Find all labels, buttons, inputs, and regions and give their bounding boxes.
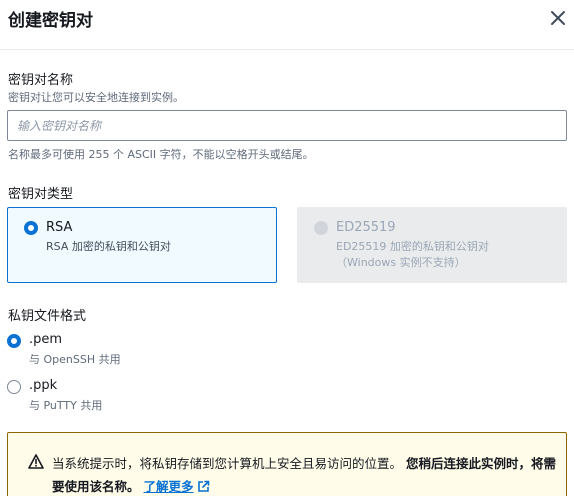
alert-text: 当系统提示时，将私钥存储到您计算机上安全且易访问的位置。 您稍后连接此实例时，将… <box>52 452 557 496</box>
rsa-description: RSA 加密的私钥和公钥对 <box>46 240 171 253</box>
key-name-constraint: 名称最多可使用 255 个 ASCII 字符，不能以空格开头或结尾。 <box>8 148 314 161</box>
file-format-label: 私钥文件格式 <box>8 309 87 324</box>
pem-title: .pem <box>29 332 63 347</box>
dialog-header: 创建密钥对 <box>0 0 574 50</box>
external-link-icon <box>197 480 209 492</box>
key-name-label: 密钥对名称 <box>8 73 74 88</box>
ed25519-title: ED25519 <box>336 220 396 235</box>
warning-alert: 当系统提示时，将私钥存储到您计算机上安全且易访问的位置。 您稍后连接此实例时，将… <box>7 432 567 496</box>
warning-icon <box>28 454 44 469</box>
key-name-input[interactable] <box>7 110 567 141</box>
rsa-radio[interactable] <box>24 221 38 235</box>
ppk-title: .ppk <box>29 378 58 393</box>
alert-message: 当系统提示时，将私钥存储到您计算机上安全且易访问的位置。 <box>52 456 403 471</box>
ppk-radio[interactable] <box>7 380 21 394</box>
key-type-label: 密钥对类型 <box>8 187 74 202</box>
key-name-description: 密钥对让您可以安全地连接到实例。 <box>8 91 184 104</box>
ed25519-description: ED25519 加密的私钥和公钥对 （Windows 实例不支持） <box>336 239 489 271</box>
ed25519-radio <box>314 221 328 235</box>
pem-radio[interactable] <box>7 334 21 348</box>
key-type-tile-rsa[interactable]: RSA RSA 加密的私钥和公钥对 <box>7 207 277 283</box>
dialog-title: 创建密钥对 <box>8 11 93 31</box>
ppk-description: 与 PuTTY 共用 <box>29 399 103 412</box>
pem-description: 与 OpenSSH 共用 <box>29 353 121 366</box>
rsa-title: RSA <box>46 220 73 235</box>
key-type-tile-ed25519: ED25519 ED25519 加密的私钥和公钥对 （Windows 实例不支持… <box>297 207 567 283</box>
ed25519-note: （Windows 实例不支持） <box>336 256 466 269</box>
learn-more-link[interactable]: 了解更多 <box>144 479 210 494</box>
learn-more-label: 了解更多 <box>143 479 194 494</box>
close-icon[interactable] <box>548 8 568 28</box>
ed25519-description-line: ED25519 加密的私钥和公钥对 <box>336 240 489 253</box>
